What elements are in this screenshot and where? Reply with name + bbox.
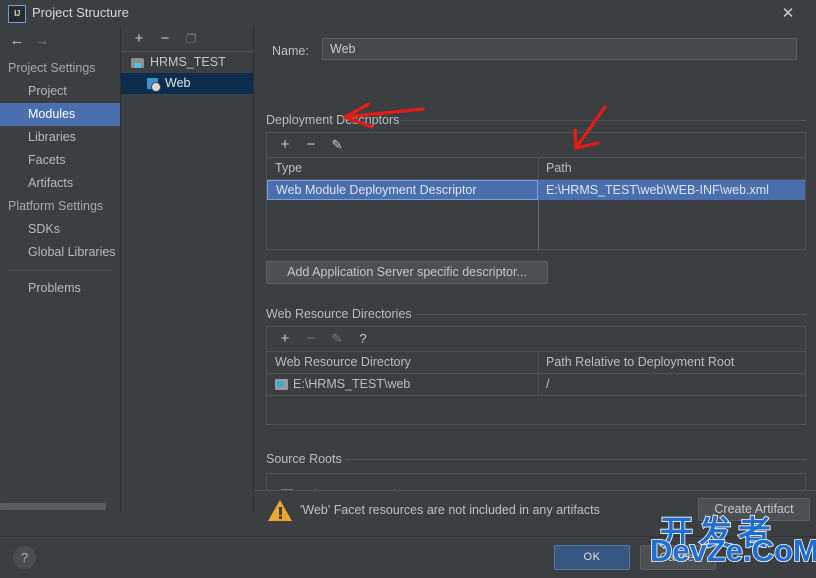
web-resource-directory-cell: E:\HRMS_TEST\web (293, 377, 411, 391)
sidebar-item-project[interactable]: Project (0, 80, 120, 103)
name-label: Name: (272, 44, 309, 58)
dialog-footer: ? OK Cancel (0, 536, 816, 578)
folder-icon (275, 379, 288, 390)
table-row[interactable]: Web Module Deployment Descriptor E:\HRMS… (267, 180, 805, 200)
tree-row-module[interactable]: HRMS_TEST (121, 52, 253, 73)
descriptor-type-cell: Web Module Deployment Descriptor (267, 180, 538, 200)
warning-message: 'Web' Facet resources are not included i… (300, 503, 600, 517)
section-divider (400, 120, 806, 121)
sidebar-item-problems[interactable]: Problems (0, 277, 120, 300)
window-title: Project Structure (32, 5, 129, 20)
title-bar: IJ Project Structure ✕ (0, 0, 816, 28)
tree-row-label: Web (165, 76, 191, 90)
sidebar-item-facets[interactable]: Facets (0, 149, 120, 172)
name-input[interactable] (322, 38, 797, 60)
sidebar-group-platform-settings: Platform Settings (8, 199, 104, 213)
add-descriptor-button[interactable]: + (275, 136, 295, 154)
sidebar-item-modules[interactable]: Modules (0, 103, 120, 126)
section-divider (414, 314, 806, 315)
edit-web-resource-button[interactable]: ✎ (327, 330, 347, 348)
add-app-server-descriptor-button[interactable]: Add Application Server specific descript… (266, 261, 548, 284)
back-arrow-icon[interactable]: ← (6, 32, 28, 50)
add-module-button[interactable]: + (129, 30, 149, 48)
facet-settings-panel: Name: Deployment Descriptors + − ✎ Type … (254, 27, 816, 512)
web-resource-toolbar: + − ✎ ? (267, 327, 805, 352)
create-artifact-button[interactable]: Create Artifact (698, 498, 810, 521)
warning-triangle-icon (268, 500, 292, 521)
relative-path-column-header[interactable]: Path Relative to Deployment Root (546, 351, 734, 373)
sidebar-navbar: ← → (0, 27, 120, 55)
source-roots-title: Source Roots (266, 452, 349, 466)
descriptor-path-cell: E:\HRMS_TEST\web\WEB-INF\web.xml (546, 183, 769, 197)
tree-row-label: HRMS_TEST (150, 55, 226, 69)
table-row[interactable]: E:\HRMS_TEST\web / (267, 374, 805, 395)
sidebar-item-sdks[interactable]: SDKs (0, 218, 120, 241)
add-web-resource-button[interactable]: + (275, 330, 295, 348)
module-tree-toolbar: + − ❐ (121, 27, 253, 52)
forward-arrow-icon[interactable]: → (31, 32, 53, 50)
column-divider[interactable] (538, 351, 539, 373)
section-divider (346, 459, 806, 460)
web-resource-directories-box: + − ✎ ? Web Resource Directory Path Rela… (266, 326, 806, 425)
module-tree-panel: + − ❐ HRMS_TEST Web (121, 27, 254, 512)
column-divider[interactable] (538, 157, 539, 179)
web-resource-directories-title: Web Resource Directories (266, 307, 419, 321)
project-structure-dialog: IJ Project Structure ✕ ← → Project Setti… (0, 0, 816, 578)
sidebar-list: Project Settings Project Modules Librari… (0, 57, 120, 300)
close-icon[interactable]: ✕ (778, 4, 798, 24)
sidebar-group-project-settings: Project Settings (8, 61, 96, 75)
sidebar-item-global-libraries[interactable]: Global Libraries (0, 241, 120, 264)
deployment-descriptors-toolbar: + − ✎ (267, 133, 805, 158)
deployment-descriptors-box: + − ✎ Type Path Web Module Deployment De… (266, 132, 806, 250)
remove-descriptor-button[interactable]: − (301, 136, 321, 154)
module-tree-rows: HRMS_TEST Web (121, 52, 253, 94)
type-column-header[interactable]: Type (275, 157, 302, 179)
sidebar-item-libraries[interactable]: Libraries (0, 126, 120, 149)
settings-sidebar: ← → Project Settings Project Modules Lib… (0, 27, 121, 512)
column-divider-body (538, 373, 539, 395)
web-resource-help-button[interactable]: ? (353, 330, 373, 348)
help-button[interactable]: ? (13, 546, 36, 569)
row-divider (267, 395, 805, 396)
web-facet-icon (147, 78, 161, 92)
facet-warning-strip: 'Web' Facet resources are not included i… (254, 490, 816, 536)
ok-button[interactable]: OK (554, 545, 630, 570)
sidebar-divider (8, 270, 112, 271)
column-divider-body (538, 200, 539, 250)
remove-module-button[interactable]: − (155, 30, 175, 48)
sidebar-item-artifacts[interactable]: Artifacts (0, 172, 120, 195)
path-column-header[interactable]: Path (546, 157, 572, 179)
cancel-button[interactable]: Cancel (640, 545, 716, 570)
app-icon: IJ (8, 5, 26, 23)
copy-module-button[interactable]: ❐ (181, 30, 201, 48)
deployment-table-header: Type Path (267, 157, 805, 180)
edit-descriptor-button[interactable]: ✎ (327, 136, 347, 154)
remove-web-resource-button[interactable]: − (301, 330, 321, 348)
module-icon (131, 57, 144, 68)
deployment-descriptors-title: Deployment Descriptors (266, 113, 407, 127)
sidebar-horizontal-scrollbar[interactable] (0, 503, 106, 510)
tree-row-web-facet[interactable]: Web (121, 73, 253, 94)
relative-path-cell: / (546, 377, 550, 391)
web-resource-directory-column-header[interactable]: Web Resource Directory (275, 351, 411, 373)
web-resource-table-header: Web Resource Directory Path Relative to … (267, 351, 805, 374)
